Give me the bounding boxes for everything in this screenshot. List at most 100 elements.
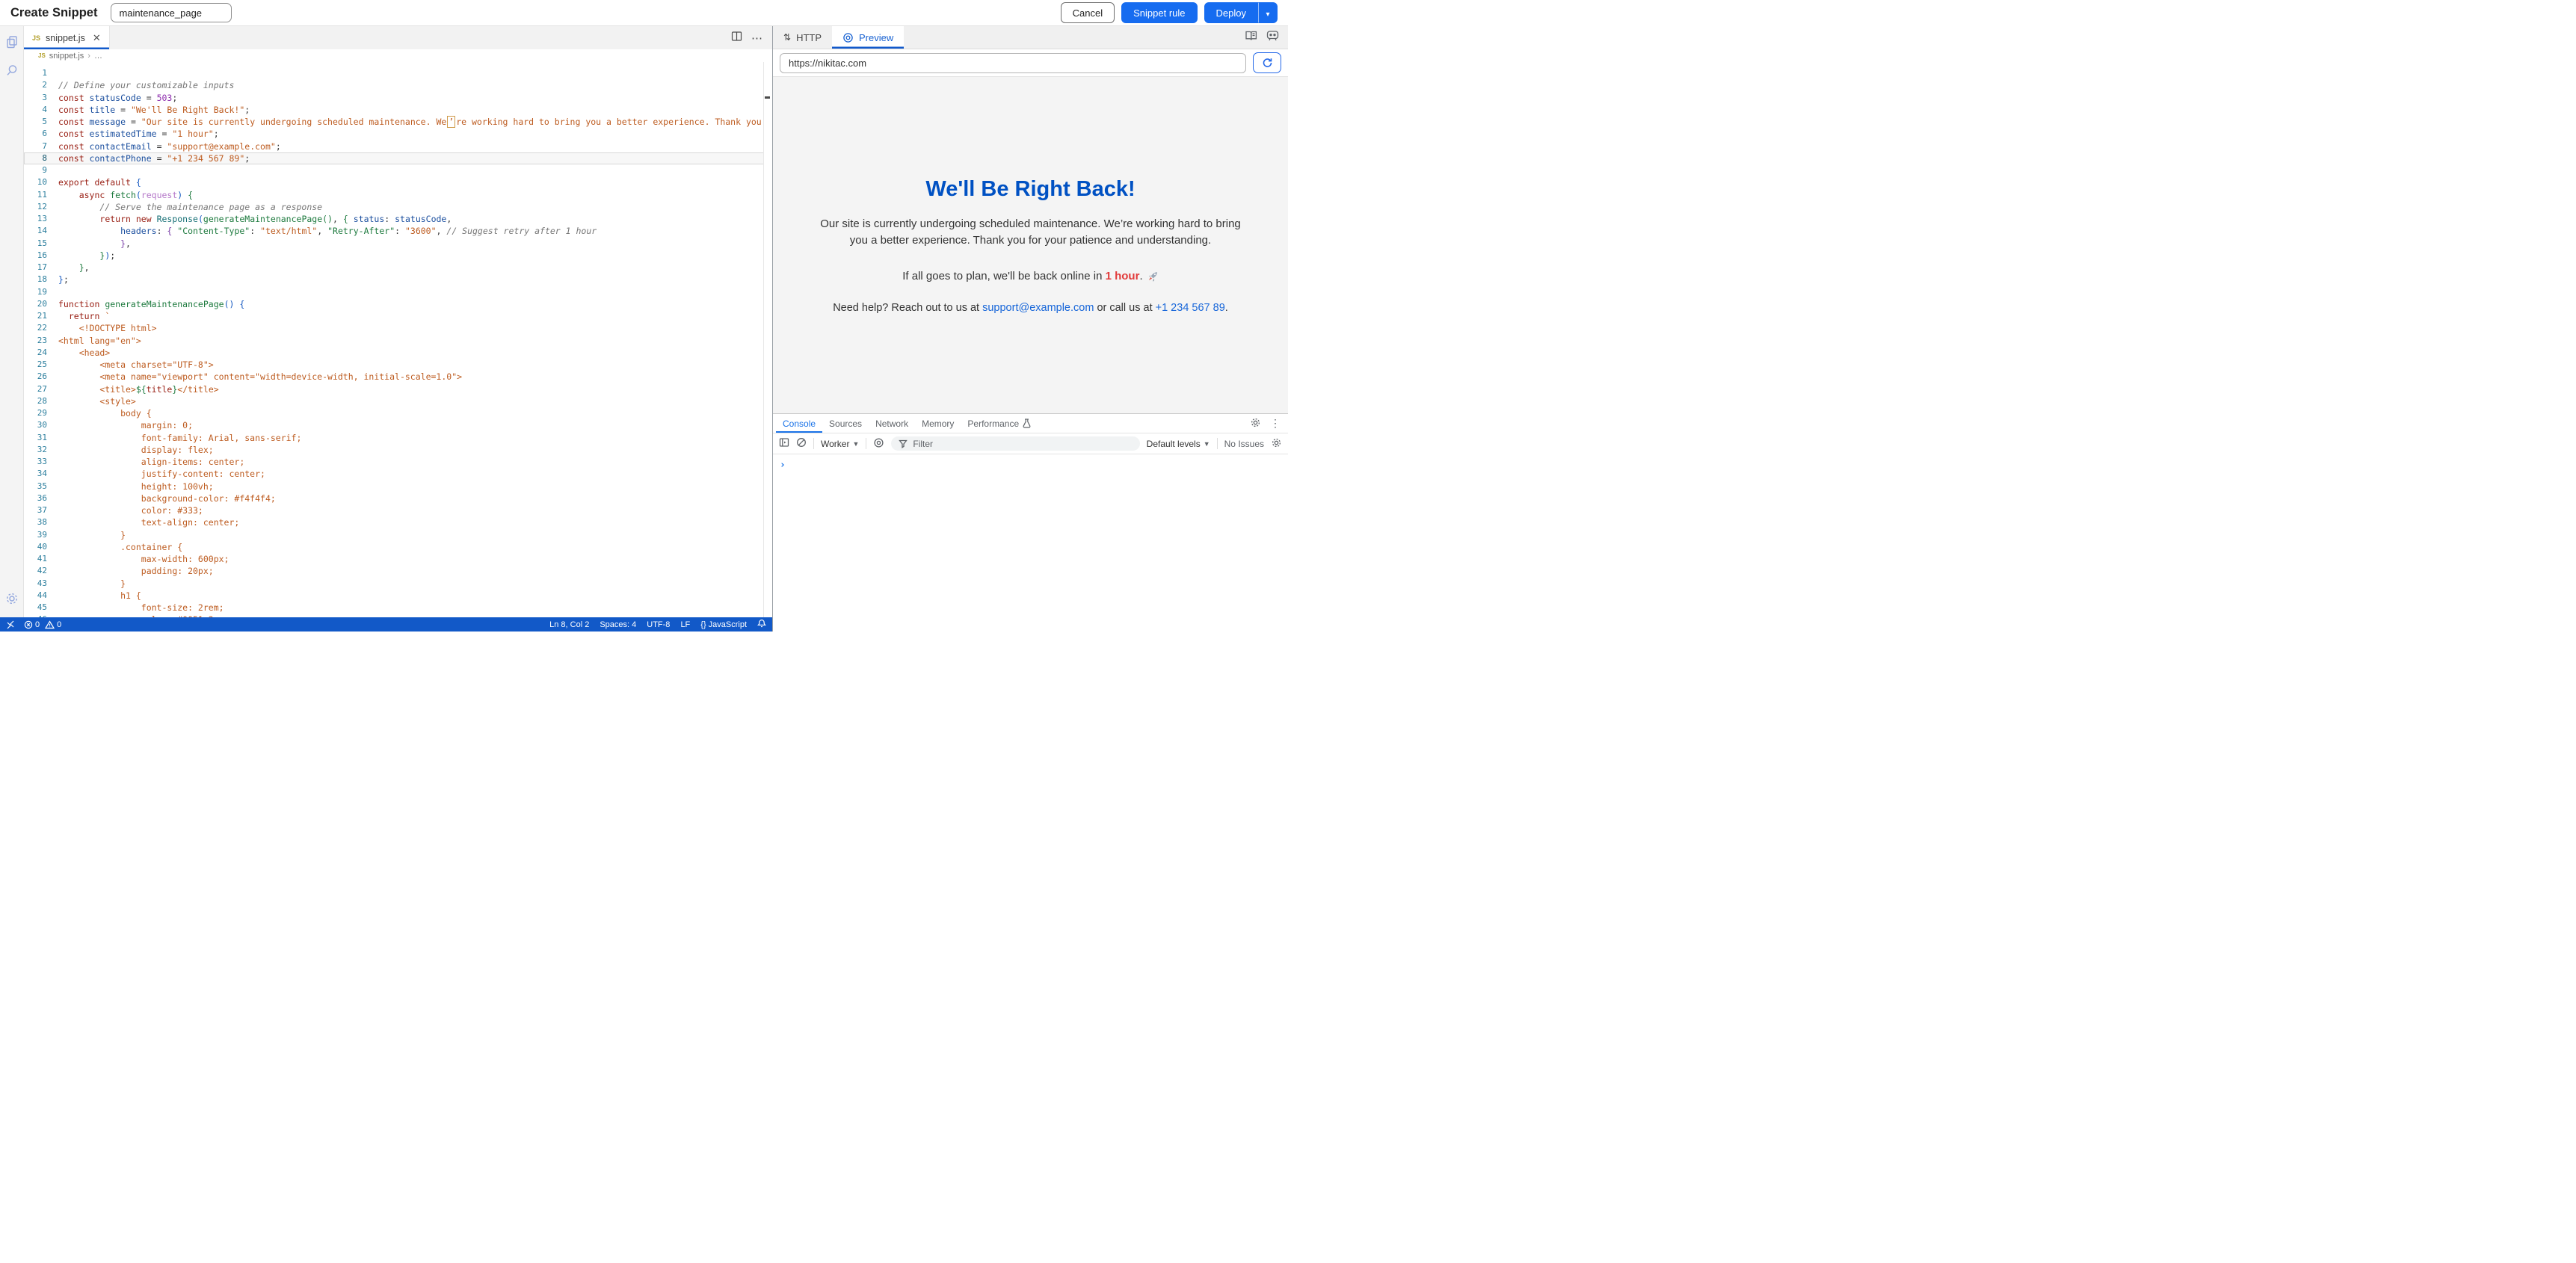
code-line[interactable]: 14 headers: { "Content-Type": "text/html… xyxy=(24,225,772,237)
line-number[interactable]: 3 xyxy=(24,92,58,104)
line-number[interactable]: 15 xyxy=(24,238,58,250)
line-number[interactable]: 10 xyxy=(24,176,58,188)
code-line[interactable]: 45 font-size: 2rem; xyxy=(24,602,772,614)
line-number[interactable]: 33 xyxy=(24,456,58,468)
code-line[interactable]: 41 max-width: 600px; xyxy=(24,553,772,565)
notifications-bell-icon[interactable] xyxy=(757,619,766,631)
code-line[interactable]: 42 padding: 20px; xyxy=(24,565,772,577)
snippet-name-input[interactable] xyxy=(111,3,232,22)
line-number[interactable]: 24 xyxy=(24,347,58,359)
line-number[interactable]: 40 xyxy=(24,541,58,553)
line-number[interactable]: 28 xyxy=(24,395,58,407)
code-line[interactable]: 7const contactEmail = "support@example.c… xyxy=(24,140,772,152)
code-line[interactable]: 21 return ` xyxy=(24,310,772,322)
remote-indicator-icon[interactable] xyxy=(6,620,15,629)
code-line[interactable]: 1 xyxy=(24,67,772,79)
line-number[interactable]: 23 xyxy=(24,335,58,347)
code-line[interactable]: 20function generateMaintenancePage() { xyxy=(24,298,772,310)
code-line[interactable]: 11 async fetch(request) { xyxy=(24,189,772,201)
code-line[interactable]: 43 } xyxy=(24,578,772,590)
line-number[interactable]: 39 xyxy=(24,529,58,541)
breadcrumb-file[interactable]: snippet.js xyxy=(49,52,84,61)
code-line[interactable]: 25 <meta charset="UTF-8"> xyxy=(24,359,772,371)
problems-indicator[interactable]: 0 0 xyxy=(24,620,61,629)
devtools-tab-performance[interactable]: Performance xyxy=(961,414,1038,433)
code-line[interactable]: 2// Define your customizable inputs xyxy=(24,79,772,91)
line-number[interactable]: 13 xyxy=(24,213,58,225)
code-line[interactable]: 34 justify-content: center; xyxy=(24,468,772,480)
code-line[interactable]: 18}; xyxy=(24,274,772,285)
line-number[interactable]: 9 xyxy=(24,164,58,176)
code-line[interactable]: 12 // Serve the maintenance page as a re… xyxy=(24,201,772,213)
line-number[interactable]: 11 xyxy=(24,189,58,201)
refresh-button[interactable] xyxy=(1253,52,1281,73)
console-filter-input[interactable]: Filter xyxy=(891,436,1139,451)
code-area[interactable]: 12// Define your customizable inputs3con… xyxy=(24,62,772,617)
execution-context-selector[interactable]: Worker▼ xyxy=(821,439,859,449)
code-line[interactable]: 19 xyxy=(24,286,772,298)
code-line[interactable]: 9 xyxy=(24,164,772,176)
code-line[interactable]: 39 } xyxy=(24,529,772,541)
deploy-button[interactable]: Deploy xyxy=(1204,2,1258,23)
code-line[interactable]: 28 <style> xyxy=(24,395,772,407)
console-settings-gear-icon[interactable] xyxy=(1271,437,1282,451)
phone-link[interactable]: +1 234 567 89 xyxy=(1156,302,1225,314)
line-number[interactable]: 7 xyxy=(24,140,58,152)
breadcrumb[interactable]: JS snippet.js › … xyxy=(24,49,772,62)
line-number[interactable]: 35 xyxy=(24,481,58,492)
code-line[interactable]: 5const message = "Our site is currently … xyxy=(24,116,772,128)
line-number[interactable]: 32 xyxy=(24,444,58,456)
line-number[interactable]: 30 xyxy=(24,419,58,431)
code-line[interactable]: 35 height: 100vh; xyxy=(24,481,772,492)
breadcrumb-more[interactable]: … xyxy=(94,52,102,61)
code-line[interactable]: 24 <head> xyxy=(24,347,772,359)
line-number[interactable]: 17 xyxy=(24,262,58,274)
line-number[interactable]: 1 xyxy=(24,67,58,79)
tab-http[interactable]: ⇅ HTTP xyxy=(773,26,832,49)
line-number[interactable]: 43 xyxy=(24,578,58,590)
eol-sequence[interactable]: LF xyxy=(680,620,690,629)
line-number[interactable]: 4 xyxy=(24,104,58,116)
close-tab-icon[interactable]: ✕ xyxy=(93,32,101,44)
line-number[interactable]: 12 xyxy=(24,201,58,213)
devtools-settings-gear-icon[interactable] xyxy=(1250,417,1261,430)
line-number[interactable]: 44 xyxy=(24,590,58,602)
code-line[interactable]: 44 h1 { xyxy=(24,590,772,602)
code-line[interactable]: 8const contactPhone = "+1 234 567 89"; xyxy=(24,152,772,164)
files-icon[interactable] xyxy=(4,34,20,50)
line-number[interactable]: 19 xyxy=(24,286,58,298)
indentation[interactable]: Spaces: 4 xyxy=(600,620,636,629)
code-line[interactable]: 27 <title>${title}</title> xyxy=(24,383,772,395)
settings-gear-icon[interactable] xyxy=(4,590,20,607)
code-line[interactable]: 22 <!DOCTYPE html> xyxy=(24,322,772,334)
line-number[interactable]: 22 xyxy=(24,322,58,334)
line-number[interactable]: 2 xyxy=(24,79,58,91)
live-expression-eye-icon[interactable] xyxy=(873,437,884,451)
line-number[interactable]: 25 xyxy=(24,359,58,371)
code-line[interactable]: 15 }, xyxy=(24,238,772,250)
line-number[interactable]: 18 xyxy=(24,274,58,285)
code-line[interactable]: 10export default { xyxy=(24,176,772,188)
line-number[interactable]: 37 xyxy=(24,504,58,516)
line-number[interactable]: 14 xyxy=(24,225,58,237)
line-number[interactable]: 6 xyxy=(24,128,58,140)
tab-preview[interactable]: Preview xyxy=(832,26,904,49)
code-line[interactable]: 32 display: flex; xyxy=(24,444,772,456)
code-line[interactable]: 36 background-color: #f4f4f4; xyxy=(24,492,772,504)
tab-snippet-js[interactable]: JS snippet.js ✕ xyxy=(24,26,110,49)
email-link[interactable]: support@example.com xyxy=(982,302,1094,314)
preview-url-input[interactable] xyxy=(780,53,1246,73)
encoding[interactable]: UTF-8 xyxy=(647,620,670,629)
console-sidebar-toggle-icon[interactable] xyxy=(779,437,789,450)
search-icon[interactable] xyxy=(4,62,20,78)
line-number[interactable]: 16 xyxy=(24,250,58,262)
line-number[interactable]: 21 xyxy=(24,310,58,322)
snippet-rule-button[interactable]: Snippet rule xyxy=(1121,2,1197,23)
line-number[interactable]: 45 xyxy=(24,602,58,614)
code-line[interactable]: 16 }); xyxy=(24,250,772,262)
line-number[interactable]: 29 xyxy=(24,407,58,419)
code-line[interactable]: 6const estimatedTime = "1 hour"; xyxy=(24,128,772,140)
code-line[interactable]: 30 margin: 0; xyxy=(24,419,772,431)
language-mode[interactable]: {} JavaScript xyxy=(700,620,747,629)
devtools-kebab-menu-icon[interactable]: ⋮ xyxy=(1270,417,1281,430)
